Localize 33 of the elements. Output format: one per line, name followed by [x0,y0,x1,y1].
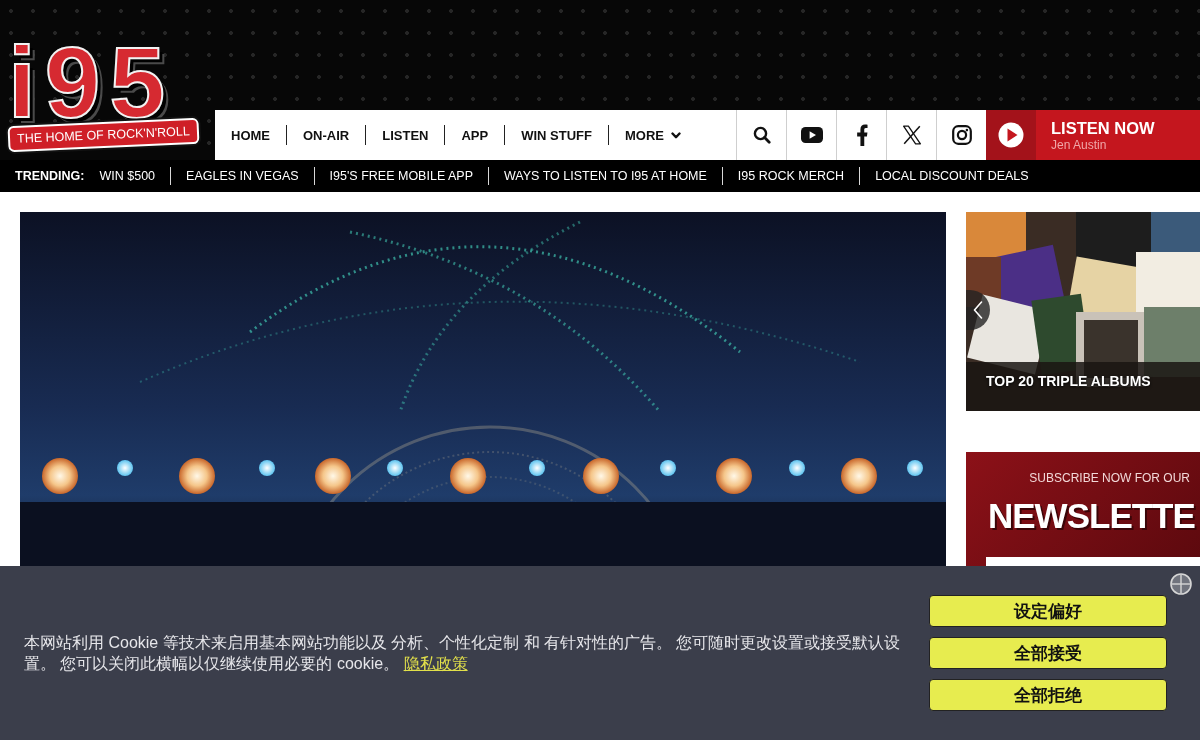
cookie-button[interactable]: 全部接受 [929,637,1167,669]
chevron-left-icon [973,301,983,319]
video-play-icon [800,127,823,143]
privacy-policy-link[interactable]: 隐私政策 [403,655,468,672]
trending-label: TRENDING: [15,169,85,183]
newsletter-kicker: SUBSCRIBE NOW FOR OUR [1029,470,1190,486]
trending-link[interactable]: WAYS TO LISTEN TO I95 AT HOME [504,169,707,183]
nav-link[interactable]: APP [461,127,489,143]
trending-link[interactable]: WIN $500 [99,169,156,183]
listen-now-button[interactable]: LISTEN NOW Jen Austin [986,110,1200,160]
nav-link[interactable]: HOME [231,127,270,143]
nav-menu-button[interactable]: MORE [624,127,681,143]
input-field[interactable] [986,557,1200,566]
trending-link[interactable]: I95 ROCK MERCH [737,169,845,183]
letter-f-icon [855,124,868,146]
trending-link[interactable]: LOCAL DISCOUNT DEALS [875,169,1029,183]
camera-icon [951,125,972,145]
play-icon [986,110,1036,160]
close-icon [1170,573,1192,595]
logo-tagline[interactable]: THE HOME OF ROCK'N'ROLL [7,117,200,153]
nav-link[interactable]: ON-AIR [303,127,350,143]
cookie-button[interactable]: 设定偏好 [929,595,1167,627]
nav-link[interactable]: WIN STUFF [521,127,592,143]
caret-icon [670,131,681,139]
cookie-notice-text: 本网站利用 Cookie 等技术来启用基本网站功能以及 分析、个性化定制 和 有针对性的广告。 您可随时更改设置或接受默认设置。 您可以关闭此横幅以仅继续使用必要的 cookie。 隐私政策 [24,633,902,674]
letter-x-icon [901,125,922,145]
newsletter-title: NEWSLETTE [988,496,1195,536]
cookie-button[interactable]: 全部拒绝 [929,679,1167,711]
search-icon [752,126,771,144]
close-button[interactable] [1170,573,1192,595]
trending-link[interactable]: I95'S FREE MOBILE APP [329,169,473,183]
nav-link[interactable]: LISTEN [382,127,429,143]
trending-link[interactable]: EAGLES IN VEGAS [186,169,299,183]
